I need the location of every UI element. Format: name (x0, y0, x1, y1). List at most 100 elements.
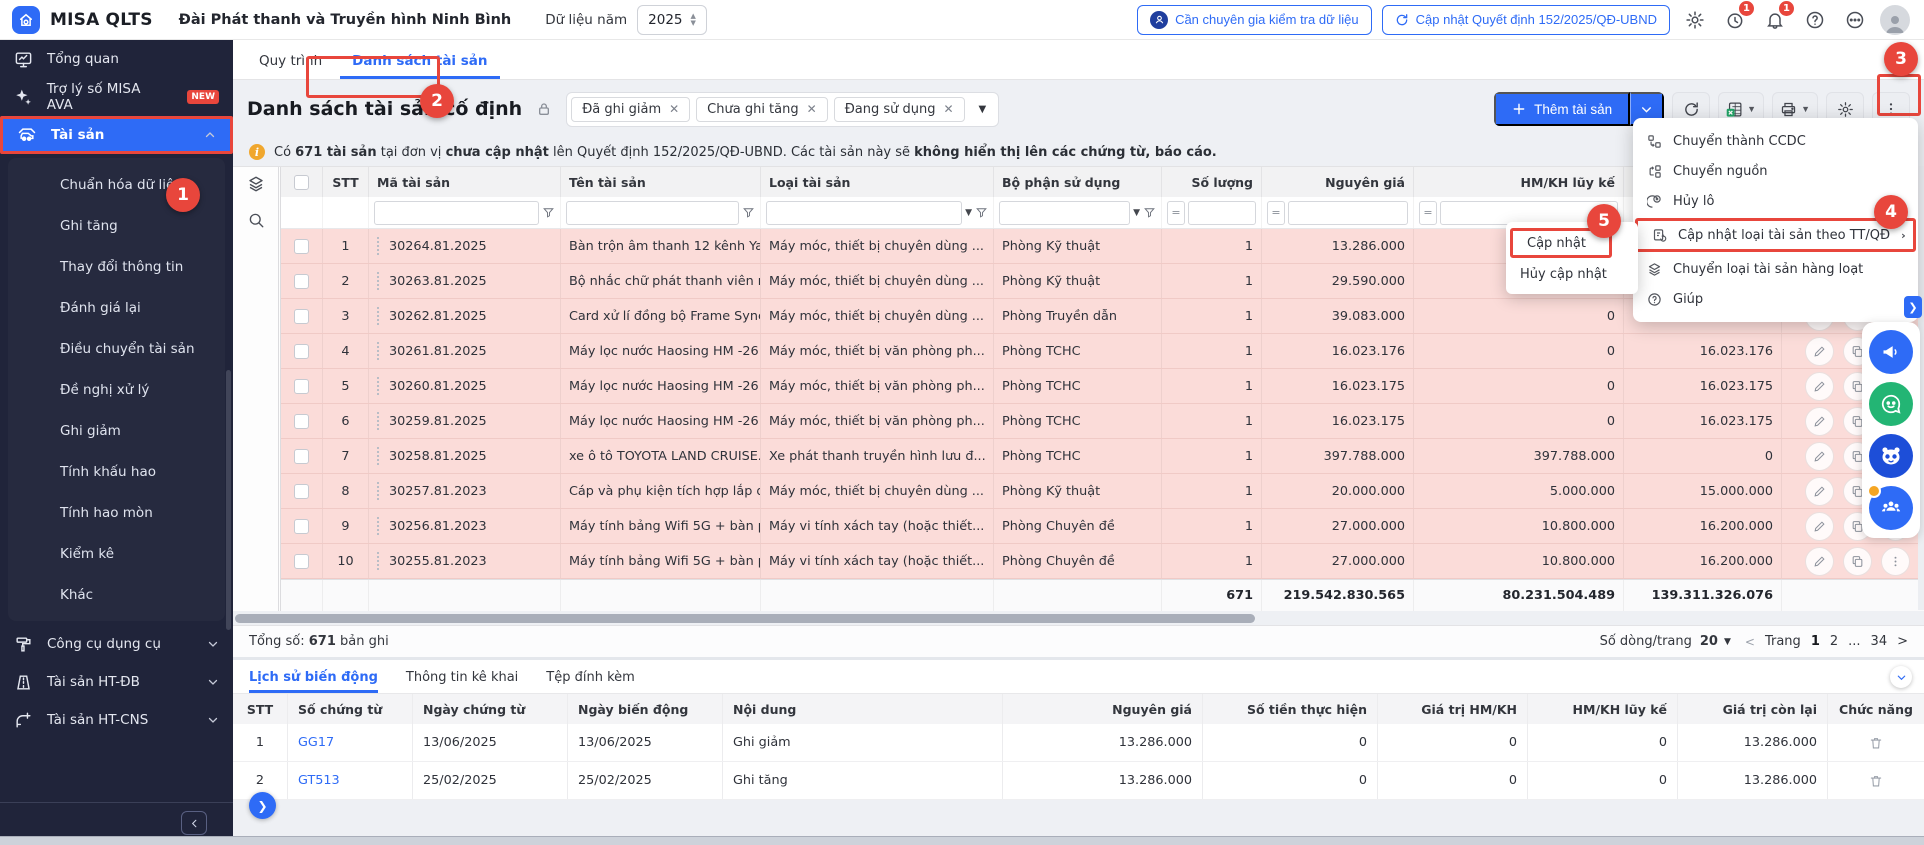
tab-thong-tin-ke-khai[interactable]: Thông tin kê khai (406, 670, 518, 693)
filter-input-ma[interactable] (374, 201, 539, 225)
sidebar-item-tai-san-ht-db[interactable]: Tài sản HT-ĐB (0, 663, 233, 701)
row-checkbox[interactable] (294, 239, 309, 254)
table-row[interactable]: 9 30256.81.2023 Máy tính bảng Wifi 5G + … (281, 509, 1924, 544)
rows-per-page-select[interactable]: 20▼ (1700, 634, 1731, 649)
sidebar-item-kiem-ke[interactable]: Kiểm kê (8, 533, 225, 574)
delete-row-button[interactable] (1869, 774, 1883, 788)
community-people-icon[interactable] (1869, 486, 1913, 530)
help-icon[interactable] (1800, 5, 1830, 35)
caret-icon[interactable]: ▼ (965, 208, 972, 218)
menu-item-cap-nhat-loai-tai-san[interactable]: Cập nhật loại tài sản theo TT/QĐ › (1635, 218, 1916, 252)
chip-dropdown-caret-icon[interactable]: ▼ (971, 104, 995, 115)
close-icon[interactable]: ✕ (669, 102, 679, 116)
edit-row-button[interactable] (1805, 372, 1834, 401)
filter-input-so-luong[interactable] (1188, 201, 1256, 225)
equals-operator[interactable]: = (1167, 201, 1185, 225)
filter-input-loai[interactable] (766, 201, 962, 225)
add-asset-button[interactable]: Thêm tài sản (1494, 92, 1630, 126)
menu-item-chuyen-loai-hang-loat[interactable]: Chuyển loại tài sản hàng loạt (1633, 254, 1918, 284)
sidebar-item-ghi-tang[interactable]: Ghi tăng (8, 205, 225, 246)
menu-item-chuyen-thanh-ccdc[interactable]: Chuyển thành CCDC (1633, 126, 1918, 156)
col-header-ten-tai-san[interactable]: Tên tài sản (561, 167, 761, 197)
edit-row-button[interactable] (1805, 407, 1834, 436)
col-header-so-luong[interactable]: Số lượng (1162, 167, 1262, 197)
edit-row-button[interactable] (1805, 442, 1834, 471)
page-1[interactable]: 1 (1811, 634, 1820, 649)
sidebar-item-khac[interactable]: Khác (8, 574, 225, 615)
row-checkbox[interactable] (294, 449, 309, 464)
table-row[interactable]: 10 30255.81.2023 Máy tính bảng Wifi 5G +… (281, 544, 1924, 579)
lock-icon[interactable] (536, 101, 552, 117)
edit-row-button[interactable] (1805, 337, 1834, 366)
sidebar-item-tinh-hao-mon[interactable]: Tính hao mòn (8, 492, 225, 533)
update-decision-button[interactable]: Cập nhật Quyết định 152/2025/QĐ-UBND (1382, 5, 1670, 35)
funnel-icon[interactable] (975, 206, 988, 219)
history-row[interactable]: 2 GT513 25/02/2025 25/02/2025 Ghi tăng 1… (233, 762, 1924, 800)
tab-lich-su-bien-dong[interactable]: Lịch sử biến động (249, 670, 378, 693)
more-options-icon[interactable] (1840, 5, 1870, 35)
sidebar-item-ghi-giam[interactable]: Ghi giảm (8, 410, 225, 451)
menu-item-chuyen-nguon[interactable]: Chuyển nguồn (1633, 156, 1918, 186)
equals-operator[interactable]: = (1419, 201, 1437, 225)
row-checkbox[interactable] (294, 344, 309, 359)
row-checkbox[interactable] (294, 484, 309, 499)
scrollbar-thumb[interactable] (235, 614, 1255, 623)
misa-bot-icon[interactable] (1869, 434, 1913, 478)
page-last[interactable]: 34 (1871, 634, 1888, 649)
notification-bell-icon[interactable]: 1 (1760, 5, 1790, 35)
row-checkbox[interactable] (294, 414, 309, 429)
history-row[interactable]: 1 GG17 13/06/2025 13/06/2025 Ghi giảm 13… (233, 724, 1924, 762)
filter-input-bo-phan[interactable] (999, 201, 1130, 225)
row-checkbox[interactable] (294, 274, 309, 289)
row-checkbox[interactable] (294, 379, 309, 394)
row-checkbox[interactable] (294, 309, 309, 324)
edit-row-button[interactable] (1805, 547, 1834, 576)
funnel-icon[interactable] (1143, 206, 1156, 219)
sidebar-item-de-nghi-xu-ly[interactable]: Đề nghị xử lý (8, 369, 225, 410)
sidebar-item-danh-gia-lai[interactable]: Đánh giá lại (8, 287, 225, 328)
filter-chip[interactable]: Đã ghi giảm✕ (571, 97, 690, 122)
funnel-icon[interactable] (542, 206, 555, 219)
col-header-hm-kh[interactable]: HM/KH lũy kế (1414, 167, 1624, 197)
misa-logo-icon[interactable] (12, 6, 40, 34)
expert-check-button[interactable]: Cần chuyên gia kiểm tra dữ liệu (1137, 5, 1372, 35)
close-icon[interactable]: ✕ (943, 102, 953, 116)
layers-icon[interactable] (247, 175, 265, 193)
user-avatar[interactable] (1880, 5, 1910, 35)
col-header-ma-tai-san[interactable]: Mã tài sản (369, 167, 561, 197)
sidebar-item-tai-san-ht-cns[interactable]: Tài sản HT-CNS (0, 701, 233, 739)
select-all-checkbox[interactable] (294, 175, 309, 190)
menu-item-giup[interactable]: Giúp (1633, 284, 1918, 314)
voucher-link[interactable]: GT513 (298, 773, 340, 788)
edit-row-button[interactable] (1805, 477, 1834, 506)
sidebar-item-tai-san[interactable]: Tài sản (0, 116, 233, 154)
page-2[interactable]: 2 (1830, 634, 1838, 649)
delete-row-button[interactable] (1869, 736, 1883, 750)
col-header-stt[interactable]: STT (323, 167, 369, 197)
row-checkbox[interactable] (294, 519, 309, 534)
col-header-nguyen-gia[interactable]: Nguyên giá (1262, 167, 1414, 197)
table-row[interactable]: 8 30257.81.2023 Cáp và phụ kiện tích hợp… (281, 474, 1924, 509)
filter-input-ten[interactable] (566, 201, 739, 225)
sidebar-item-dieu-chuyen-tai-san[interactable]: Điều chuyển tài sản (8, 328, 225, 369)
filter-chip[interactable]: Đang sử dụng✕ (834, 97, 965, 122)
sidebar-item-tinh-khau-hao[interactable]: Tính khấu hao (8, 451, 225, 492)
row-checkbox[interactable] (294, 554, 309, 569)
table-row[interactable]: 7 30258.81.2025 xe ô tô TOYOTA LAND CRUI… (281, 439, 1924, 474)
spinner-arrows-icon[interactable]: ▲▼ (691, 13, 696, 26)
row-more-button[interactable] (1881, 547, 1910, 576)
search-icon[interactable] (247, 211, 265, 229)
filter-input-nguyen-gia[interactable] (1288, 201, 1408, 225)
tab-danh-sach-tai-san[interactable]: Danh sách tài sản (340, 53, 499, 79)
year-spinner[interactable]: 2025 ▲▼ (637, 5, 707, 35)
settings-gear-icon[interactable] (1680, 5, 1710, 35)
sidebar-collapse-button[interactable] (181, 811, 207, 835)
next-page-button[interactable]: > (1897, 634, 1908, 649)
right-panel-expander[interactable]: ❯ (1904, 296, 1922, 318)
col-header-bo-phan[interactable]: Bộ phận sử dụng (994, 167, 1162, 197)
table-row[interactable]: 6 30259.81.2025 Máy lọc nước Haosing HM … (281, 404, 1924, 439)
history-clock-icon[interactable]: 1 (1720, 5, 1750, 35)
prev-page-button[interactable]: < (1745, 635, 1755, 649)
voucher-link[interactable]: GG17 (298, 735, 334, 750)
chat-support-icon[interactable] (1869, 382, 1913, 426)
